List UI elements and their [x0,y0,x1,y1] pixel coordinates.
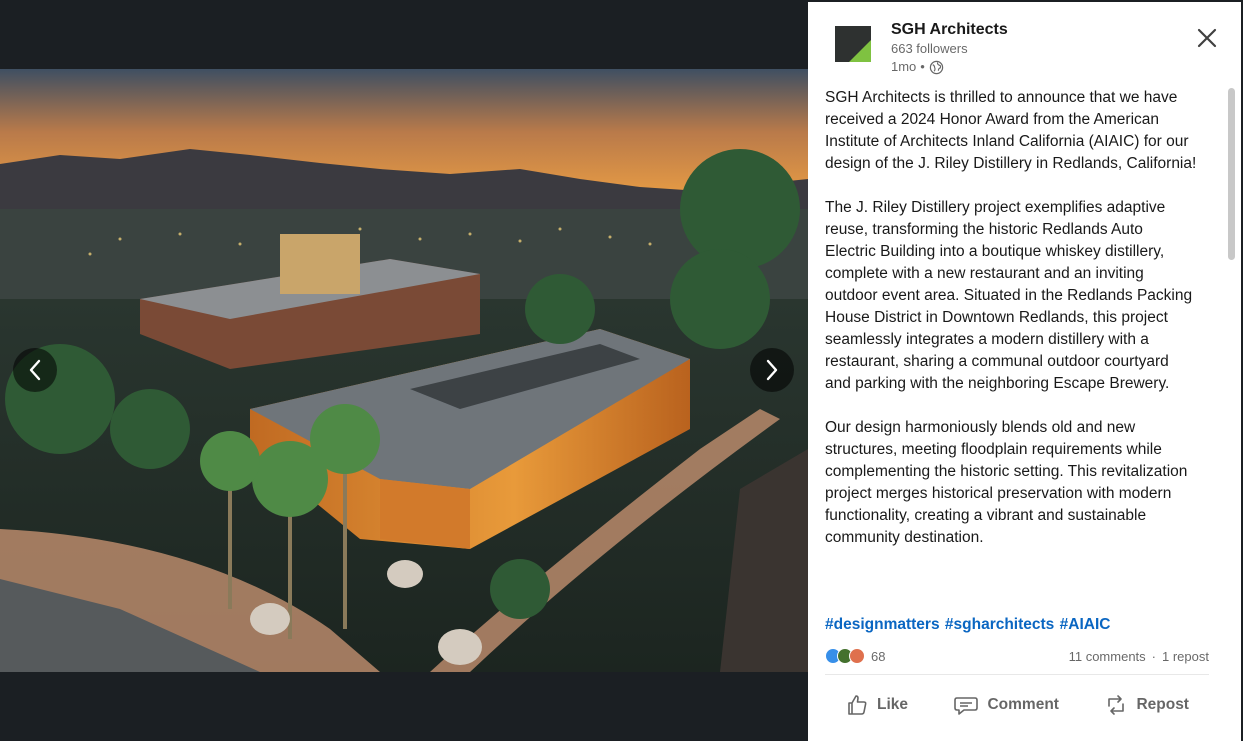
comment-button[interactable]: Comment [933,683,1078,727]
comments-count[interactable]: 11 comments [1069,649,1146,664]
post-text: SGH Architects is thrilled to announce t… [825,87,1197,571]
thumbs-up-icon [848,695,867,715]
post-paragraph: SGH Architects is thrilled to announce t… [825,89,1197,172]
count-separator: · [1151,648,1157,664]
post-panel: SGH Architects 663 followers 1mo • SGH A… [808,2,1241,741]
post-paragraph: The J. Riley Distillery project exemplif… [825,199,1193,392]
hashtag-link[interactable]: #designmatters [825,616,940,633]
like-button[interactable]: Like [825,683,928,727]
post-photo [0,69,808,672]
post-time: 1mo [891,59,917,74]
repost-button[interactable]: Repost [1084,683,1209,727]
comment-icon [954,697,979,715]
divider [825,674,1209,675]
company-logo[interactable] [835,26,871,62]
post-hashtags: #designmatters #sgharchitects #AIAIC [825,614,1111,636]
comment-label: Comment [987,696,1059,713]
post-meta: 1mo • [891,58,1008,76]
post-paragraph: Our design harmoniously blends old and n… [825,419,1188,546]
like-label: Like [877,696,909,713]
previous-image-button[interactable] [13,348,57,392]
meta-separator: • [920,59,925,74]
chevron-left-icon [29,359,41,381]
reaction-count: 68 [871,648,886,664]
reactions-summary[interactable]: 68 [825,648,885,664]
author-info: SGH Architects 663 followers 1mo • [891,20,1008,76]
hashtag-link[interactable]: #AIAIC [1060,616,1111,633]
social-counts: 68 11 comments · 1 repost [825,645,1209,667]
next-image-button[interactable] [750,348,794,392]
scrollbar[interactable] [1228,88,1235,260]
repost-label: Repost [1136,696,1189,713]
close-icon[interactable] [1195,26,1219,50]
author-name[interactable]: SGH Architects [891,20,1008,40]
post-header: SGH Architects 663 followers 1mo • [808,2,1241,86]
globe-icon [929,60,944,74]
repost-icon [1108,695,1125,715]
chevron-right-icon [766,359,778,381]
author-followers: 663 followers [891,41,968,56]
love-reaction-icon [849,648,865,664]
image-viewer [0,0,808,741]
reposts-count[interactable]: 1 repost [1162,649,1209,664]
hashtag-link[interactable]: #sgharchitects [945,616,1054,633]
post-actions: Like Comment Repost [825,683,1209,727]
